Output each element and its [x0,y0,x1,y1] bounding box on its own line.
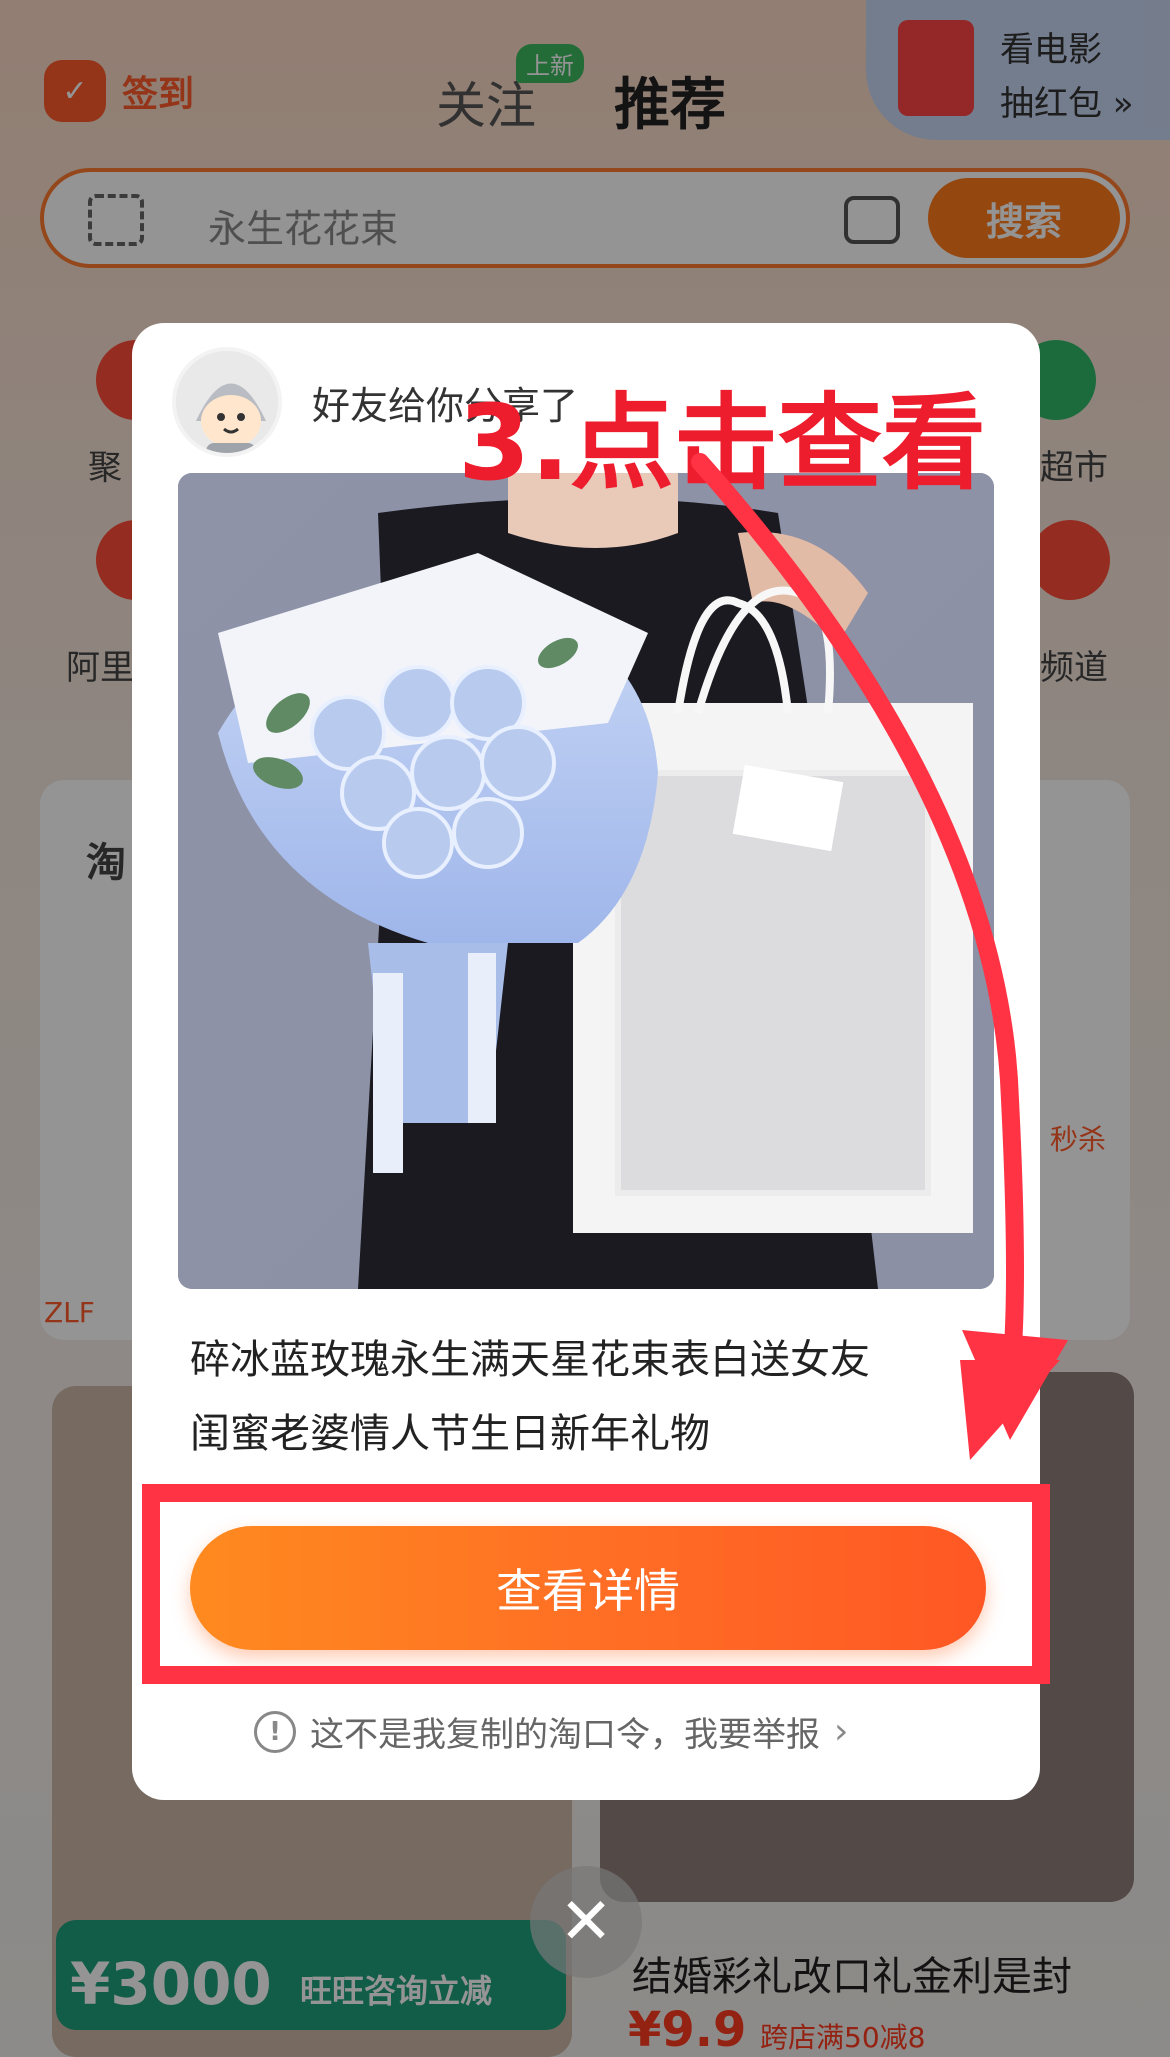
product-title-line1: 碎冰蓝玫瑰永生满天星花束表白送女友 [190,1337,870,1383]
avatar-icon [176,351,278,453]
close-icon: ✕ [559,1885,613,1959]
avatar [172,347,282,457]
report-link[interactable]: ! 这不是我复制的淘口令，我要举报 › [254,1707,848,1756]
report-text: 这不是我复制的淘口令，我要举报 [310,1715,820,1755]
product-image[interactable] [178,473,994,1289]
product-photo [178,473,994,1289]
close-button[interactable]: ✕ [530,1866,642,1978]
product-title: 碎冰蓝玫瑰永生满天星花束表白送女友 闺蜜老婆情人节生日新年礼物 [190,1323,990,1471]
info-icon: ! [254,1710,296,1753]
annotation-highlight-box [142,1484,1050,1684]
annotation-text: 3.点击查看 [458,382,986,504]
product-title-line2: 闺蜜老婆情人节生日新年礼物 [190,1411,710,1457]
chevron-right-icon: › [834,1711,849,1752]
